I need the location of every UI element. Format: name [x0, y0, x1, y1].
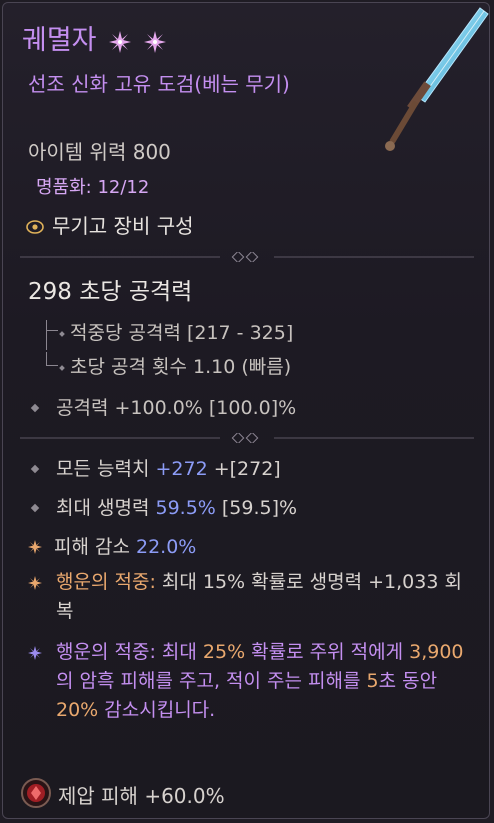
affix-range: [59.5]% — [215, 497, 298, 519]
unique-power-label: 행운의 적중: — [56, 641, 156, 663]
unique-power-value: 3,900 — [409, 641, 464, 663]
unique-power-icon — [28, 646, 42, 660]
affix-value: 22.0% — [136, 536, 197, 558]
affix-all-stats: 모든 능력치 +272 +[272] — [30, 454, 281, 481]
unique-power-text: 초 동안 — [378, 670, 438, 692]
affix-label: 최대 생명력 — [56, 497, 156, 519]
unique-power-value: 5 — [366, 670, 379, 692]
armory-row: 무기고 장비 구성 — [26, 210, 194, 239]
masterwork: 명품화: 12/12 — [36, 177, 150, 198]
tree-line — [46, 352, 47, 366]
damage-per-hit-text: 적중당 공격력 [217 - 325] — [70, 322, 294, 344]
flower-icon — [143, 30, 166, 53]
attack-speed: 초당 공격 횟수 1.10 (빠름) — [59, 352, 292, 379]
attack-power-text: 공격력 +100.0% [100.0]% — [56, 397, 297, 419]
affix-value: 59.5% — [155, 497, 216, 519]
attack-speed-text: 초당 공격 횟수 1.10 (빠름) — [70, 356, 292, 378]
damage-per-hit: 적중당 공격력 [217 - 325] — [59, 318, 294, 345]
divider — [20, 252, 474, 262]
bullet-icon — [59, 365, 65, 371]
armory-icon — [26, 220, 44, 234]
lucky-hit-heal: 행운의 적중: 최대 15% 확률로 생명력 +1,033 회복 — [56, 568, 476, 626]
bullet-icon — [30, 503, 40, 513]
unique-power-text: 최대 — [155, 641, 203, 663]
item-name: 궤멸자 — [22, 18, 166, 57]
affix-max-life: 최대 생명력 59.5% [59.5]% — [30, 493, 298, 520]
item-name-text: 궤멸자 — [22, 25, 97, 56]
affix-value: +272 — [155, 458, 208, 480]
armory-label: 무기고 장비 구성 — [52, 214, 194, 238]
unique-power-value: 20% — [56, 699, 99, 721]
affix-label: 모든 능력치 — [56, 458, 156, 480]
tree-line — [46, 320, 47, 350]
affix-label: 피해 감소 — [54, 536, 136, 558]
socket-text: 제압 피해 +60.0% — [58, 784, 225, 808]
tree-branch — [46, 330, 58, 331]
affix-range: +[272] — [207, 458, 281, 480]
bullet-icon — [30, 464, 40, 474]
unique-power-text: 의 암흑 피해를 주고, 적이 주는 피해를 — [56, 670, 367, 692]
unique-power: 행운의 적중: 최대 25% 확률로 주위 적에게 3,900 의 암흑 피해를 … — [56, 638, 476, 725]
greater-affix-icon — [28, 540, 42, 554]
tree-branch — [46, 365, 58, 366]
bullet-icon — [59, 331, 65, 337]
affix-damage-reduction: 피해 감소 22.0% — [28, 532, 196, 559]
unique-power-text: 감소시킵니다. — [98, 699, 216, 721]
divider — [20, 433, 474, 443]
gem-socket-icon — [21, 778, 51, 808]
item-power: 아이템 위력 800 — [28, 140, 171, 164]
attack-power: 공격력 +100.0% [100.0]% — [30, 393, 297, 420]
sword-icon — [385, 7, 489, 151]
flower-icon — [109, 30, 132, 53]
greater-affix-icon — [28, 576, 42, 590]
bullet-icon — [30, 403, 40, 413]
unique-power-value: 25% — [202, 641, 246, 663]
lucky-hit-label: 행운의 적중: — [56, 571, 156, 593]
unique-power-text: 확률로 주위 적에게 — [245, 641, 410, 663]
item-type: 선조 신화 고유 도검(베는 무기) — [28, 72, 290, 96]
dps-value: 298 초당 공격력 — [28, 279, 193, 305]
